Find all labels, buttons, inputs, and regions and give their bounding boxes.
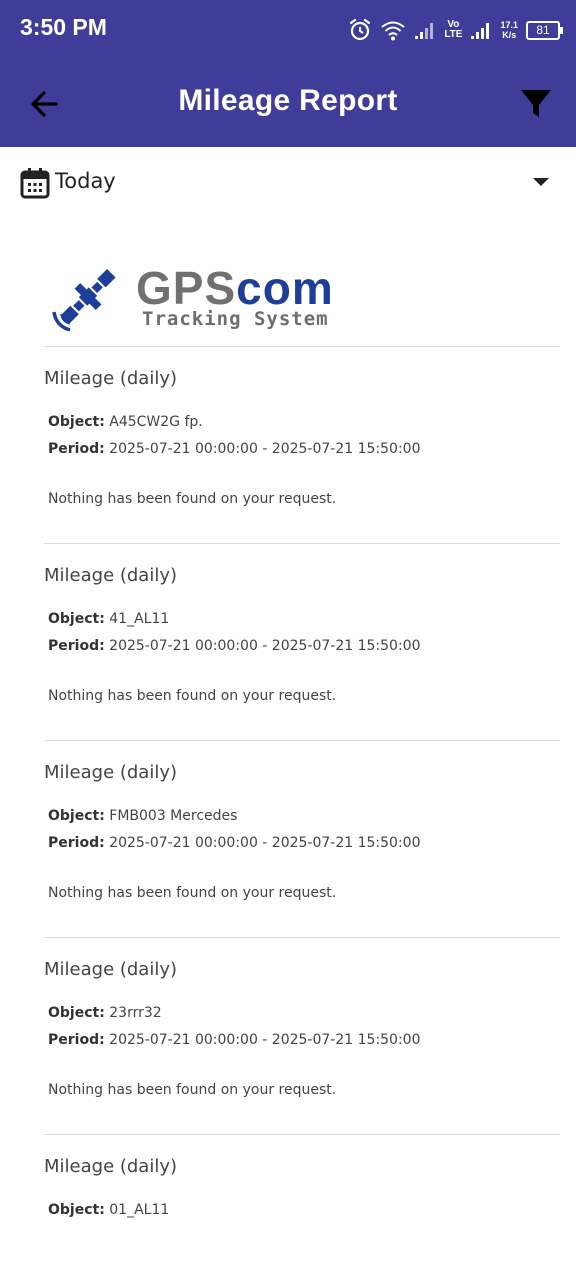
report-object-line: Object: FMB003 Mercedes <box>48 808 237 824</box>
dropdown-arrow-icon[interactable] <box>530 175 552 189</box>
signal-icon-2 <box>471 23 490 39</box>
date-selector[interactable]: Today <box>0 147 576 219</box>
report-period-line: Period: 2025-07-21 00:00:00 - 2025-07-21… <box>48 1032 421 1048</box>
gpscom-logo: GPScom Tracking System <box>50 260 380 336</box>
report-object-value: FMB003 Mercedes <box>109 808 238 824</box>
network-speed-value: 17.1 <box>500 20 518 30</box>
signal-icon <box>415 23 434 39</box>
report-object-value: 41_AL11 <box>109 611 170 627</box>
volte-indicator: Vo LTE <box>444 20 462 40</box>
report-empty-message: Nothing has been found on your request. <box>48 885 337 901</box>
report-card: Mileage (daily) Object: 01_AL11 <box>44 1156 560 1218</box>
period-label: Period: <box>48 835 105 851</box>
report-empty-message: Nothing has been found on your request. <box>48 491 337 507</box>
divider <box>44 543 560 544</box>
calendar-icon <box>20 168 50 199</box>
logo-gps-text: GPS <box>136 262 237 314</box>
network-speed-unit: K/s <box>502 30 517 40</box>
object-label: Object: <box>48 1202 105 1218</box>
report-period-line: Period: 2025-07-21 00:00:00 - 2025-07-21… <box>48 441 421 457</box>
satellite-logo-icon <box>52 269 116 332</box>
report-period-value: 2025-07-21 00:00:00 - 2025-07-21 15:50:0… <box>109 835 421 851</box>
logo-com-text: com <box>236 262 334 314</box>
app-bar: Mileage Report <box>0 60 576 147</box>
report-object-line: Object: 41_AL11 <box>48 611 169 627</box>
report-empty-message: Nothing has been found on your request. <box>48 1082 337 1098</box>
report-title: Mileage (daily) <box>44 762 178 783</box>
report-object-line: Object: A45CW2G fp. <box>48 414 203 430</box>
status-bar: 3:50 PM Vo LTE 17.1 K/s 81 <box>0 0 576 60</box>
report-object-line: Object: 23rrr32 <box>48 1005 162 1021</box>
report-period-line: Period: 2025-07-21 00:00:00 - 2025-07-21… <box>48 638 421 654</box>
report-title: Mileage (daily) <box>44 1156 178 1177</box>
report-card: Mileage (daily) Object: A45CW2G fp. Peri… <box>44 368 560 507</box>
report-title: Mileage (daily) <box>44 565 178 586</box>
report-card: Mileage (daily) Object: 41_AL11 Period: … <box>44 565 560 704</box>
report-object-value: 23rrr32 <box>109 1005 162 1021</box>
report-card: Mileage (daily) Object: 23rrr32 Period: … <box>44 959 560 1098</box>
report-object-value: 01_AL11 <box>109 1202 170 1218</box>
object-label: Object: <box>48 1005 105 1021</box>
date-selector-label: Today <box>55 169 116 193</box>
report-card: Mileage (daily) Object: FMB003 Mercedes … <box>44 762 560 901</box>
report-title: Mileage (daily) <box>44 368 178 389</box>
filter-icon[interactable] <box>518 86 554 122</box>
object-label: Object: <box>48 808 105 824</box>
report-period-value: 2025-07-21 00:00:00 - 2025-07-21 15:50:0… <box>109 1032 421 1048</box>
divider <box>44 346 560 347</box>
report-object-value: A45CW2G fp. <box>109 414 203 430</box>
page-title: Mileage Report <box>178 84 398 117</box>
report-period-value: 2025-07-21 00:00:00 - 2025-07-21 15:50:0… <box>109 638 421 654</box>
object-label: Object: <box>48 611 105 627</box>
object-label: Object: <box>48 414 105 430</box>
status-time: 3:50 PM <box>20 14 107 40</box>
report-period-value: 2025-07-21 00:00:00 - 2025-07-21 15:50:0… <box>109 441 421 457</box>
battery-indicator: 81 <box>526 20 563 40</box>
network-speed: 17.1 K/s <box>500 20 518 40</box>
divider <box>44 740 560 741</box>
status-icons: Vo LTE 17.1 K/s 81 <box>348 16 563 44</box>
report-title: Mileage (daily) <box>44 959 178 980</box>
period-label: Period: <box>48 441 105 457</box>
logo-subtitle: Tracking System <box>142 308 329 330</box>
period-label: Period: <box>48 1032 105 1048</box>
divider <box>44 937 560 938</box>
divider <box>44 1134 560 1135</box>
alarm-icon <box>350 18 371 41</box>
wifi-icon <box>381 21 405 41</box>
period-label: Period: <box>48 638 105 654</box>
volte-bottom-label: LTE <box>444 29 463 40</box>
report-object-line: Object: 01_AL11 <box>48 1202 169 1218</box>
report-period-line: Period: 2025-07-21 00:00:00 - 2025-07-21… <box>48 835 421 851</box>
report-empty-message: Nothing has been found on your request. <box>48 688 337 704</box>
